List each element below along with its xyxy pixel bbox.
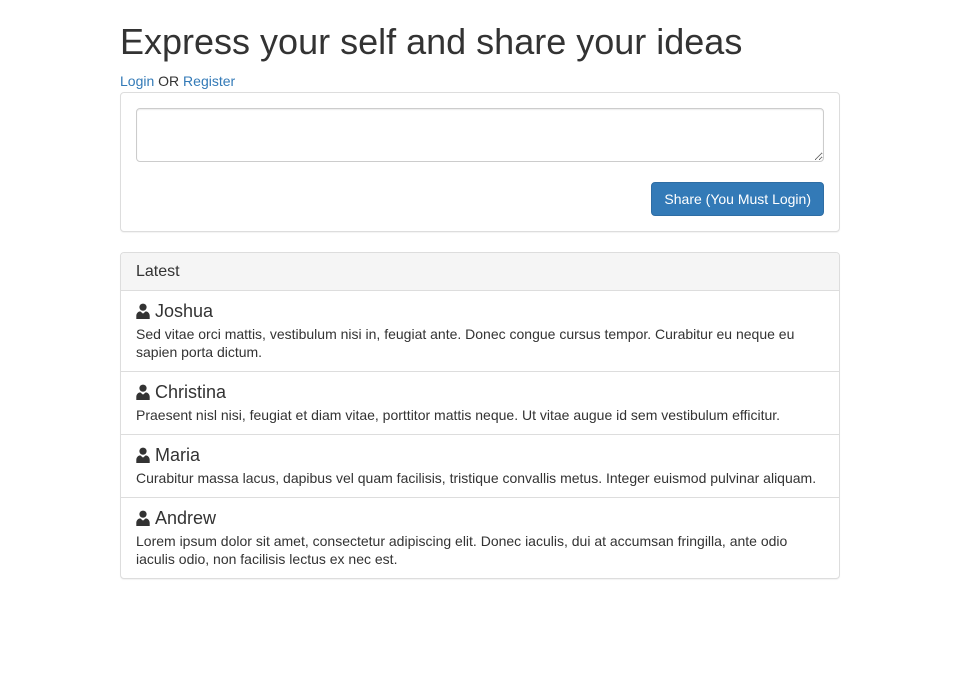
- register-link[interactable]: Register: [183, 73, 235, 89]
- idea-textarea[interactable]: [136, 108, 824, 162]
- user-icon: [136, 384, 150, 400]
- compose-panel: Share (You Must Login): [120, 92, 840, 232]
- post-text: Lorem ipsum dolor sit amet, consectetur …: [136, 533, 788, 567]
- page-title: Express your self and share your ideas: [120, 21, 743, 62]
- list-item: Christina Praesent nisl nisi, feugiat et…: [121, 372, 839, 435]
- user-icon: [136, 447, 150, 463]
- user-icon: [136, 510, 150, 526]
- post-text: Praesent nisl nisi, feugiat et diam vita…: [136, 407, 781, 423]
- user-icon: [136, 303, 150, 319]
- post-text: Sed vitae orci mattis, vestibulum nisi i…: [136, 326, 795, 360]
- post-author: Maria: [136, 444, 824, 466]
- author-name: Maria: [155, 445, 201, 465]
- list-item: Maria Curabitur massa lacus, dapibus vel…: [121, 435, 839, 498]
- post-author: Joshua: [136, 300, 824, 322]
- post-text: Curabitur massa lacus, dapibus vel quam …: [136, 470, 817, 486]
- post-author: Andrew: [136, 507, 824, 529]
- author-name: Joshua: [155, 301, 214, 321]
- login-link[interactable]: Login: [120, 73, 154, 89]
- post-author: Christina: [136, 381, 824, 403]
- author-name: Andrew: [155, 508, 217, 528]
- author-name: Christina: [155, 382, 227, 402]
- latest-panel: Latest Joshua Sed vitae orci mattis, ves…: [120, 252, 840, 579]
- latest-heading: Latest: [121, 253, 839, 291]
- share-button[interactable]: Share (You Must Login): [651, 182, 824, 216]
- main-container: Express your self and share your ideas L…: [120, 0, 840, 579]
- list-item: Andrew Lorem ipsum dolor sit amet, conse…: [121, 498, 839, 578]
- list-item: Joshua Sed vitae orci mattis, vestibulum…: [121, 291, 839, 372]
- auth-links: Login OR Register: [120, 71, 840, 91]
- or-separator: OR: [158, 73, 180, 89]
